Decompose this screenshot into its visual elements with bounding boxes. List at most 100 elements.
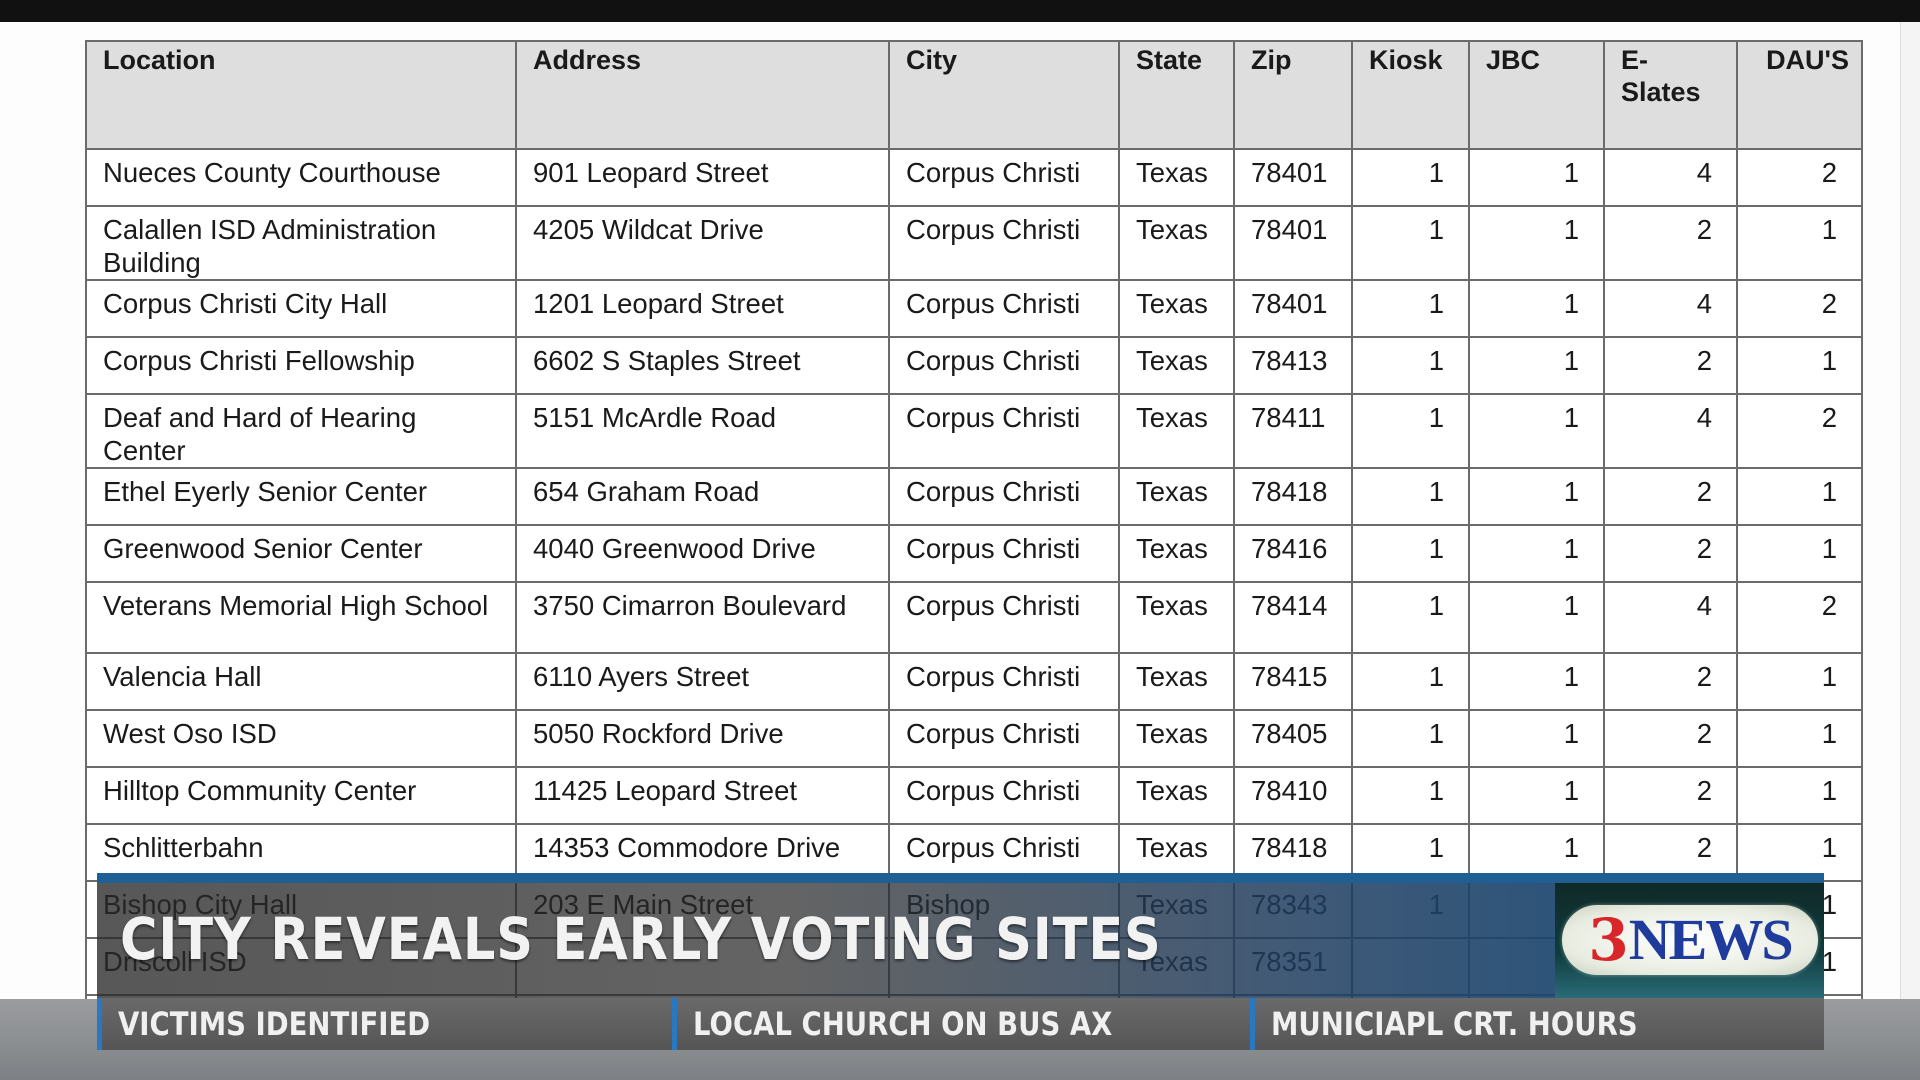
cell-jbc: 1 [1468, 581, 1605, 654]
lower-third-accent-stripe [97, 873, 1824, 883]
logo-number: 3 [1588, 906, 1629, 974]
cell-state: Texas [1118, 709, 1235, 768]
station-logo: 3 NEWS [1562, 905, 1818, 975]
cell-city: Corpus Christi [888, 709, 1120, 768]
column-header-kiosk: Kiosk [1351, 40, 1470, 150]
cell-daus: 1 [1736, 524, 1863, 583]
cell-daus: 1 [1736, 336, 1863, 395]
cell-location: Deaf and Hard of Hearing Center [85, 393, 517, 469]
cell-zip: 78418 [1233, 467, 1353, 526]
cell-daus: 1 [1736, 652, 1863, 711]
cell-state: Texas [1118, 467, 1235, 526]
column-header-jbc: JBC [1468, 40, 1605, 150]
cell-zip: 78401 [1233, 148, 1353, 207]
cell-eslates: 2 [1603, 205, 1738, 281]
cell-daus: 1 [1736, 709, 1863, 768]
cell-state: Texas [1118, 766, 1235, 825]
cell-jbc: 1 [1468, 652, 1605, 711]
cell-eslates: 2 [1603, 652, 1738, 711]
cell-address: 5151 McArdle Road [515, 393, 890, 469]
news-ticker: VICTIMS IDENTIFIED LOCAL CHURCH ON BUS A… [97, 998, 1824, 1050]
cell-jbc: 1 [1468, 766, 1605, 825]
column-header-eslates: E- Slates [1603, 40, 1738, 150]
cell-eslates: 2 [1603, 467, 1738, 526]
column-header-daus: DAU'S [1736, 40, 1863, 150]
table-row: Corpus Christi Fellowship 6602 S Staples … [85, 336, 1863, 395]
cell-kiosk: 1 [1351, 766, 1470, 825]
cell-address: 11425 Leopard Street [515, 766, 890, 825]
column-header-state: State [1118, 40, 1235, 150]
cell-jbc: 1 [1468, 709, 1605, 768]
cell-kiosk: 1 [1351, 467, 1470, 526]
cell-zip: 78411 [1233, 393, 1353, 469]
cell-zip: 78413 [1233, 336, 1353, 395]
cell-state: Texas [1118, 524, 1235, 583]
cell-state: Texas [1118, 148, 1235, 207]
table-row: West Oso ISD 5050 Rockford Drive Corpus Ch… [85, 709, 1863, 768]
cell-address: 6110 Ayers Street [515, 652, 890, 711]
ticker-item: LOCAL CHURCH ON BUS AX [672, 998, 1250, 1050]
cell-zip: 78414 [1233, 581, 1353, 654]
cell-city: Corpus Christi [888, 148, 1120, 207]
table-row: Calallen ISD Administration Building 4205… [85, 205, 1863, 281]
cell-kiosk: 1 [1351, 709, 1470, 768]
cell-city: Corpus Christi [888, 393, 1120, 469]
table-row: Greenwood Senior Center 4040 Greenwood Dr… [85, 524, 1863, 583]
cell-city: Corpus Christi [888, 205, 1120, 281]
cell-jbc: 1 [1468, 148, 1605, 207]
cell-daus: 2 [1736, 581, 1863, 654]
cell-jbc: 1 [1468, 336, 1605, 395]
cell-location: Corpus Christi Fellowship [85, 336, 517, 395]
cell-address: 1201 Leopard Street [515, 279, 890, 338]
table-header-row: Location Address City State Zip Kiosk JB… [85, 40, 1863, 150]
cell-jbc: 1 [1468, 467, 1605, 526]
column-header-zip: Zip [1233, 40, 1353, 150]
cell-address: 4040 Greenwood Drive [515, 524, 890, 583]
cell-zip: 78416 [1233, 524, 1353, 583]
cell-jbc: 1 [1468, 279, 1605, 338]
cell-kiosk: 1 [1351, 205, 1470, 281]
cell-kiosk: 1 [1351, 336, 1470, 395]
cell-kiosk: 1 [1351, 524, 1470, 583]
cell-address: 3750 Cimarron Boulevard [515, 581, 890, 654]
ticker-item: VICTIMS IDENTIFIED [97, 998, 672, 1050]
cell-location: Corpus Christi City Hall [85, 279, 517, 338]
cell-jbc: 1 [1468, 393, 1605, 469]
cell-state: Texas [1118, 336, 1235, 395]
cell-zip: 78410 [1233, 766, 1353, 825]
cell-address: 5050 Rockford Drive [515, 709, 890, 768]
cell-daus: 2 [1736, 279, 1863, 338]
cell-daus: 2 [1736, 148, 1863, 207]
table-row: Veterans Memorial High School 3750 Cimarr… [85, 581, 1863, 654]
cell-city: Corpus Christi [888, 467, 1120, 526]
cell-location: West Oso ISD [85, 709, 517, 768]
video-letterbox-top [0, 0, 1920, 22]
cell-zip: 78401 [1233, 205, 1353, 281]
table-row: Nueces County Courthouse 901 Leopard Stre… [85, 148, 1863, 207]
cell-daus: 1 [1736, 766, 1863, 825]
cell-daus: 2 [1736, 393, 1863, 469]
cell-city: Corpus Christi [888, 279, 1120, 338]
column-header-city: City [888, 40, 1120, 150]
table-row: Valencia Hall 6110 Ayers Street Corpus Chr… [85, 652, 1863, 711]
cell-state: Texas [1118, 652, 1235, 711]
cell-eslates: 2 [1603, 709, 1738, 768]
cell-daus: 1 [1736, 467, 1863, 526]
cell-location: Greenwood Senior Center [85, 524, 517, 583]
cell-location: Calallen ISD Administration Building [85, 205, 517, 281]
cell-daus: 1 [1736, 205, 1863, 281]
cell-zip: 78415 [1233, 652, 1353, 711]
cell-eslates: 4 [1603, 279, 1738, 338]
column-header-location: Location [85, 40, 517, 150]
cell-city: Corpus Christi [888, 581, 1120, 654]
cell-address: 901 Leopard Street [515, 148, 890, 207]
cell-kiosk: 1 [1351, 652, 1470, 711]
cell-eslates: 2 [1603, 524, 1738, 583]
document-page-edge [1900, 22, 1920, 1002]
cell-kiosk: 1 [1351, 279, 1470, 338]
cell-state: Texas [1118, 393, 1235, 469]
cell-city: Corpus Christi [888, 652, 1120, 711]
cell-kiosk: 1 [1351, 393, 1470, 469]
table-row: Deaf and Hard of Hearing Center 5151 McAr… [85, 393, 1863, 469]
cell-zip: 78405 [1233, 709, 1353, 768]
